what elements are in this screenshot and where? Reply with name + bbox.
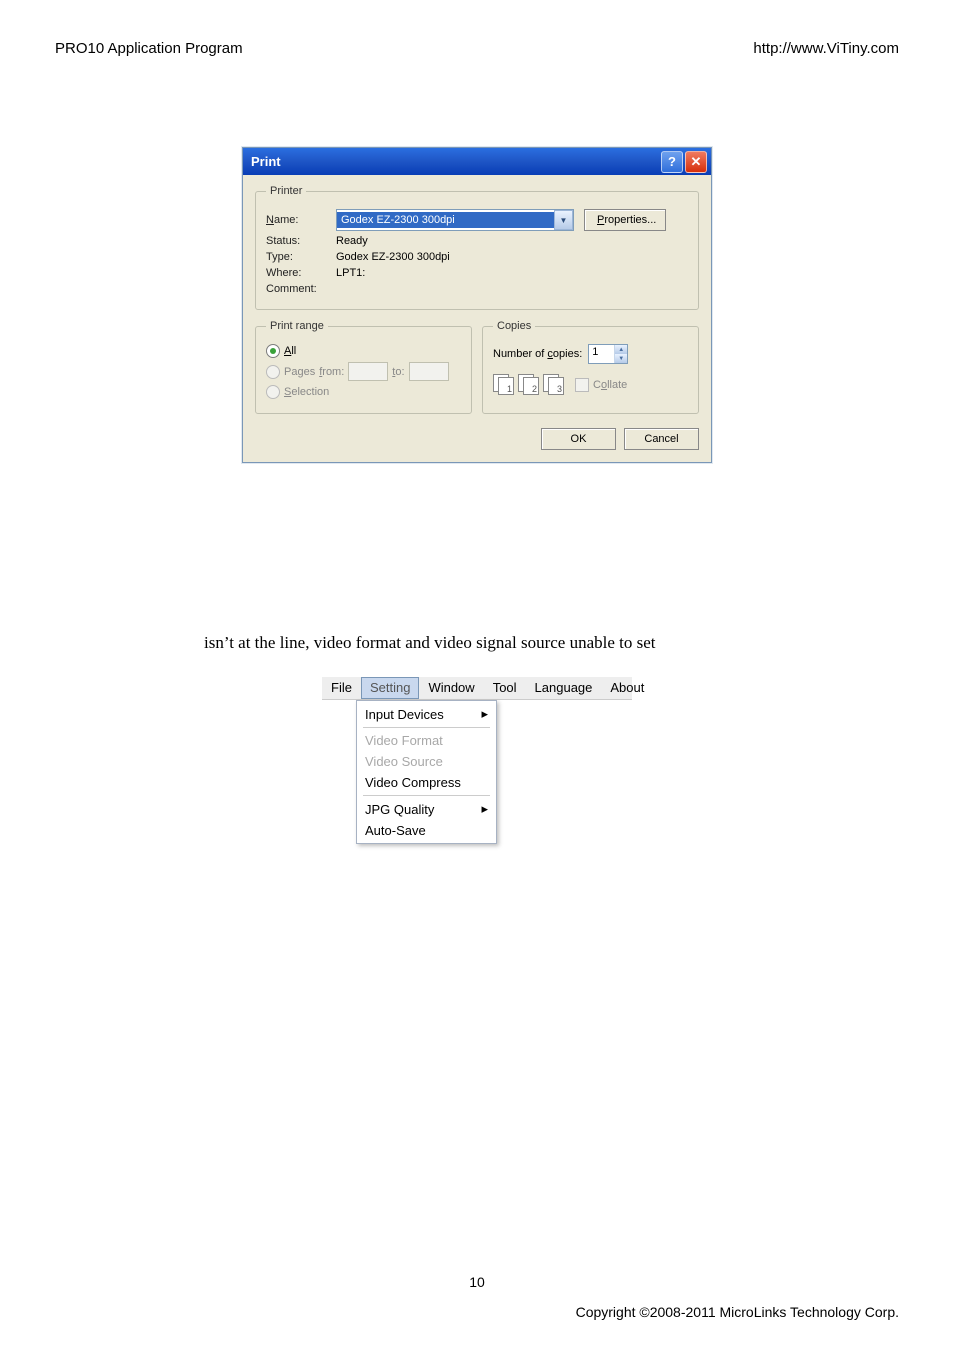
name-label: Name: bbox=[266, 214, 326, 226]
submenu-arrow-icon: ▸ bbox=[481, 706, 488, 722]
menu-video-format: Video Format bbox=[359, 730, 494, 751]
collate-checkbox bbox=[575, 378, 589, 392]
where-value: LPT1: bbox=[336, 267, 365, 279]
to-input bbox=[409, 362, 449, 381]
where-label: Where: bbox=[266, 267, 326, 279]
radio-selection-label: Selection bbox=[284, 386, 329, 398]
header-left: PRO10 Application Program bbox=[55, 40, 243, 57]
copyright: Copyright ©2008-2011 MicroLinks Technolo… bbox=[576, 1304, 899, 1320]
menu-auto-save[interactable]: Auto-Save bbox=[359, 820, 494, 841]
radio-selection bbox=[266, 385, 280, 399]
menu-separator bbox=[363, 727, 490, 728]
help-icon[interactable]: ? bbox=[661, 151, 683, 173]
page-number: 10 bbox=[0, 1274, 954, 1290]
copies-legend: Copies bbox=[493, 320, 535, 332]
printer-legend: Printer bbox=[266, 185, 306, 197]
collate-icon: 1 1 2 2 3 3 bbox=[493, 374, 565, 396]
radio-pages-label: Pages bbox=[284, 366, 315, 378]
menu-bar: File Setting Window Tool Language About bbox=[322, 677, 632, 700]
ok-button[interactable]: OK bbox=[541, 428, 616, 450]
from-label: from: bbox=[319, 366, 344, 378]
menu-input-devices[interactable]: Input Devices ▸ bbox=[359, 703, 494, 725]
menu-tool[interactable]: Tool bbox=[484, 677, 526, 699]
status-label: Status: bbox=[266, 235, 326, 247]
print-range-legend: Print range bbox=[266, 320, 328, 332]
copies-group: Copies Number of copies: 1 ▲ ▼ bbox=[482, 320, 699, 414]
menu-about[interactable]: About bbox=[601, 677, 653, 699]
menu-video-compress-label: Video Compress bbox=[365, 775, 461, 790]
print-range-group: Print range All Pages from: to: bbox=[255, 320, 472, 414]
type-label: Type: bbox=[266, 251, 326, 263]
menu-jpg-quality[interactable]: JPG Quality ▸ bbox=[359, 798, 494, 820]
properties-button[interactable]: Properties... bbox=[584, 209, 666, 231]
menu-video-source: Video Source bbox=[359, 751, 494, 772]
spinner-up-icon[interactable]: ▲ bbox=[614, 345, 627, 354]
menu-screenshot: File Setting Window Tool Language About … bbox=[322, 677, 632, 844]
header-right: http://www.ViTiny.com bbox=[753, 40, 899, 57]
printer-name-value: Godex EZ-2300 300dpi bbox=[337, 212, 554, 228]
radio-all[interactable] bbox=[266, 344, 280, 358]
menu-video-compress[interactable]: Video Compress bbox=[359, 772, 494, 793]
printer-group: Printer Name: Godex EZ-2300 300dpi ▼ Pro… bbox=[255, 185, 699, 310]
spinner-down-icon[interactable]: ▼ bbox=[614, 354, 627, 363]
menu-jpg-quality-label: JPG Quality bbox=[365, 802, 434, 817]
print-dialog: Print ? ✕ Printer Name: Godex EZ-2300 30… bbox=[242, 147, 712, 463]
from-input bbox=[348, 362, 388, 381]
menu-input-devices-label: Input Devices bbox=[365, 707, 444, 722]
comment-label: Comment: bbox=[266, 283, 326, 295]
radio-all-label: All bbox=[284, 345, 296, 357]
menu-separator bbox=[363, 795, 490, 796]
settings-dropdown: Input Devices ▸ Video Format Video Sourc… bbox=[356, 700, 497, 844]
cancel-button[interactable]: Cancel bbox=[624, 428, 699, 450]
submenu-arrow-icon: ▸ bbox=[481, 801, 488, 817]
body-paragraph: isn’t at the line, video format and vide… bbox=[204, 633, 844, 653]
menu-language[interactable]: Language bbox=[526, 677, 602, 699]
menu-window[interactable]: Window bbox=[419, 677, 483, 699]
menu-video-format-label: Video Format bbox=[365, 733, 443, 748]
chevron-down-icon[interactable]: ▼ bbox=[554, 210, 573, 230]
menu-video-source-label: Video Source bbox=[365, 754, 443, 769]
radio-pages bbox=[266, 365, 280, 379]
menu-auto-save-label: Auto-Save bbox=[365, 823, 426, 838]
status-value: Ready bbox=[336, 235, 368, 247]
copies-value: 1 bbox=[589, 345, 614, 363]
printer-name-combo[interactable]: Godex EZ-2300 300dpi ▼ bbox=[336, 209, 574, 231]
title-bar: Print ? ✕ bbox=[243, 148, 711, 175]
type-value: Godex EZ-2300 300dpi bbox=[336, 251, 450, 263]
close-icon[interactable]: ✕ bbox=[685, 151, 707, 173]
to-label: to: bbox=[392, 366, 404, 378]
dialog-title: Print bbox=[251, 154, 281, 169]
collate-label: Collate bbox=[593, 379, 627, 391]
copies-label: Number of copies: bbox=[493, 348, 582, 360]
copies-spinner[interactable]: 1 ▲ ▼ bbox=[588, 344, 628, 364]
menu-setting[interactable]: Setting bbox=[361, 677, 419, 699]
menu-file[interactable]: File bbox=[322, 677, 361, 699]
